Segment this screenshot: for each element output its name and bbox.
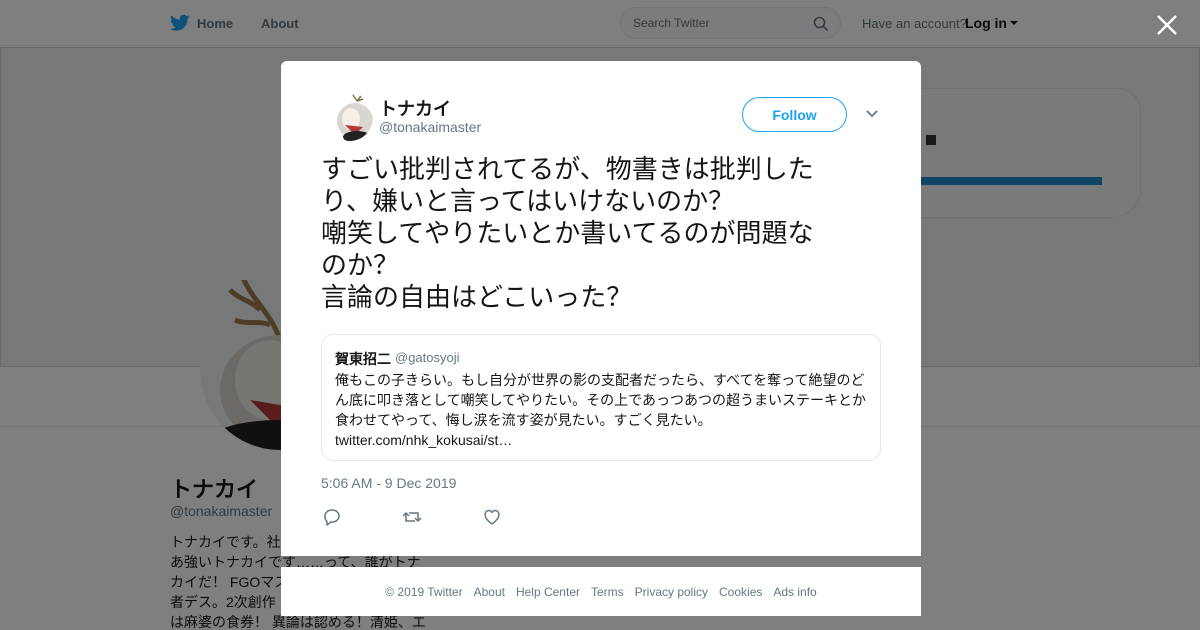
quoted-author-name: 賀東招二 (335, 351, 391, 367)
tweet-text-line: 言論の自由はどこいった？ (321, 282, 633, 312)
tweet-modal: トナカイ @tonakaimaster Follow すごい批判されてるが、物書… (281, 61, 921, 556)
retweet-icon[interactable] (401, 506, 423, 528)
author-name[interactable]: トナカイ (379, 95, 451, 121)
tweet-text-line: り、嫌いと言ってはいけないのか？ (321, 186, 735, 216)
footer-link-about[interactable]: About (474, 585, 505, 599)
quoted-link[interactable]: twitter.com/nhk_kokusai/st… (335, 430, 870, 450)
footer-link-ads[interactable]: Ads info (773, 585, 816, 599)
quoted-text-line: 食わせてやって、悔し涙を流す姿が見たい。すごく見たい。 (335, 412, 712, 428)
quoted-text-line: ん底に叩き落として嘲笑してやりたい。その上であっつあつの超うまいステーキとか (335, 392, 867, 408)
heart-icon[interactable] (481, 506, 503, 528)
quoted-text: 俺もこの子きらい。もし自分が世界の影の支配者だったら、すべてを奪って絶望のど ん… (335, 370, 870, 450)
modal-footer: © 2019 Twitter About Help Center Terms P… (281, 567, 921, 616)
tweet-text-line: 嘲笑してやりたいとか書いてるのが問題な (321, 218, 814, 248)
footer-link-cookies[interactable]: Cookies (719, 585, 762, 599)
tweet-timestamp[interactable]: 5:06 AM - 9 Dec 2019 (321, 475, 456, 491)
follow-button[interactable]: Follow (742, 97, 847, 132)
author-avatar[interactable] (327, 93, 373, 141)
author-handle[interactable]: @tonakaimaster (379, 119, 481, 135)
footer-link-copyright[interactable]: © 2019 Twitter (385, 585, 462, 599)
reply-icon[interactable] (321, 506, 343, 528)
chevron-down-icon[interactable] (865, 109, 879, 119)
quoted-tweet[interactable]: 賀東招二 @gatosyoji 俺もこの子きらい。もし自分が世界の影の支配者だっ… (321, 334, 881, 461)
footer-link-terms[interactable]: Terms (591, 585, 624, 599)
quoted-text-line: 俺もこの子きらい。もし自分が世界の影の支配者だったら、すべてを奪って絶望のど (335, 372, 865, 388)
tweet-text-line: すごい批判されてるが、物書きは批判した (321, 154, 814, 184)
footer-links: © 2019 Twitter About Help Center Terms P… (281, 585, 921, 599)
footer-link-help[interactable]: Help Center (516, 585, 580, 599)
quoted-author-handle: @gatosyoji (395, 350, 460, 365)
close-icon[interactable] (1154, 12, 1180, 38)
footer-link-privacy[interactable]: Privacy policy (635, 585, 708, 599)
tweet-text: すごい批判されてるが、物書きは批判した り、嫌いと言ってはいけないのか？ 嘲笑し… (321, 153, 881, 313)
tweet-text-line: のか？ (321, 250, 400, 280)
